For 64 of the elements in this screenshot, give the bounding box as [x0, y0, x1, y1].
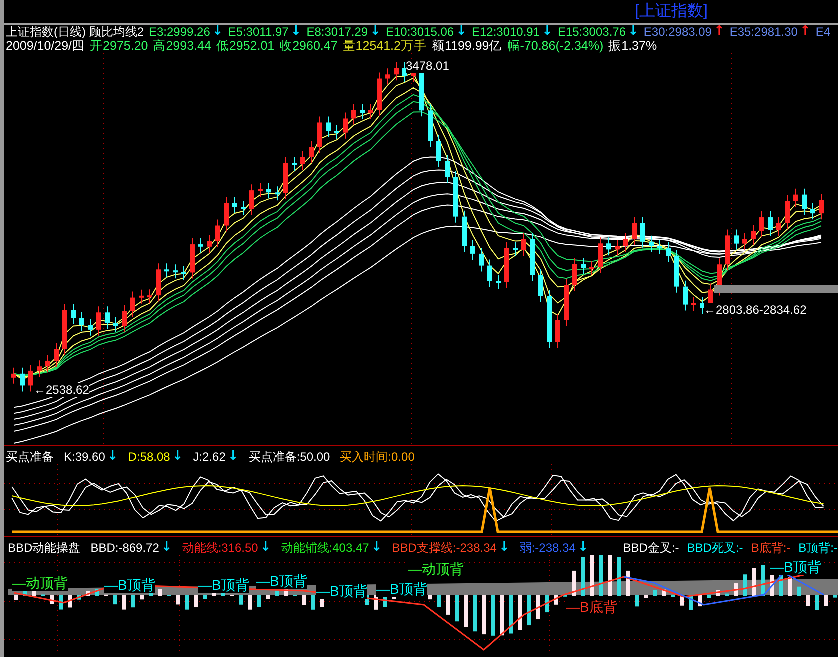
arrow-glyph: ↓ [107, 450, 118, 464]
price-label: 3478.01 [406, 59, 450, 73]
arrow-glyph: ↓ [260, 541, 272, 555]
price-label: ←2803.86-2834.62 [704, 303, 807, 317]
arrow-glyph: ↑ [800, 25, 811, 39]
divergence-label: —B顶背 [198, 577, 250, 593]
arrow-glyph: ↓ [172, 450, 184, 464]
indicator-value: BBD支撑线:-238.34 [392, 541, 497, 555]
quote-value: 额1199.99亿 [432, 39, 502, 53]
quote-value: 高2993.44 [153, 39, 212, 53]
indicator-value: 买入时间:0.00 [340, 450, 415, 464]
divergence-label: —B顶背 [316, 583, 368, 599]
divergence-label: —B底背 [566, 599, 618, 615]
arrow-glyph: ↓ [628, 25, 639, 39]
indicator-value: J:2.62 [193, 450, 226, 464]
divergence-label: —动顶背 [12, 575, 68, 591]
divergence-label: —B顶背 [770, 559, 822, 575]
quote-value: 开2975.20 [90, 39, 148, 53]
arrow-glyph: ↓ [498, 541, 510, 555]
window-title: [上证指数] [635, 2, 708, 22]
quote-value: 振1.37% [608, 39, 658, 53]
arrow-glyph: ↓ [542, 25, 553, 39]
indicator-value: E12:3010.91 [472, 25, 540, 39]
divergence-label: —B顶背 [104, 577, 156, 593]
indicator-value: 上证指数(日线) 顾比均线2 [6, 25, 144, 39]
indicator-value: E4 [816, 25, 831, 39]
arrow-glyph: ↓ [228, 450, 239, 464]
signal-status: BBD死叉:- [687, 541, 744, 555]
arrow-glyph: ↓ [290, 25, 302, 39]
indicator-value: E5:3011.97 [228, 25, 289, 39]
indicator-value: 买点准备:50.00 [248, 450, 330, 464]
signal-status: B顶背:- [798, 541, 838, 555]
indicator-value: E35:2981.30 [730, 25, 798, 39]
indicator-value: E30:2983.09 [644, 25, 712, 39]
indicator-value: BBD动能操盘 [8, 541, 81, 555]
quote-value: 幅-70.86(-2.34%) [507, 39, 604, 53]
arrow-glyph: ↓ [578, 541, 589, 555]
indicator-value: K:39.60 [64, 450, 106, 464]
divergence-label: —B顶背 [256, 573, 308, 589]
signal-status: B底背:- [751, 541, 791, 555]
indicator-value: 买点准备 [6, 450, 54, 464]
quote-value: 量12541.2万手 [342, 39, 427, 53]
quote-value: 收2960.47 [280, 39, 338, 53]
indicator-value: 动能线:316.50 [182, 541, 258, 555]
indicator-value: E15:3003.76 [558, 25, 626, 39]
indicator-value: 弱:-238.34 [520, 541, 576, 555]
price-label: ←2538.62 [34, 383, 90, 397]
indicator-value: E3:2999.26 [149, 25, 210, 39]
signal-status: BBD金叉:- [623, 541, 680, 555]
indicator-value: 动能辅线:403.47 [281, 541, 370, 555]
indicator-value: E10:3015.06 [386, 25, 454, 39]
arrow-glyph: ↓ [370, 25, 381, 39]
indicator-value: BBD:-869.72 [90, 541, 160, 555]
arrow-glyph: ↓ [212, 25, 224, 39]
arrow-glyph: ↓ [456, 25, 467, 39]
divergence-label: —动顶背 [408, 561, 464, 577]
arrow-glyph: ↓ [161, 541, 172, 555]
indicator-value: E8:3017.29 [306, 25, 368, 39]
quote-value: 2009/10/29/四 [6, 39, 86, 53]
arrow-glyph: ↓ [371, 541, 382, 555]
arrow-glyph: ↑ [714, 25, 725, 39]
indicator-value: D:58.08 [128, 450, 170, 464]
divergence-label: —B顶背 [376, 581, 428, 597]
quote-value: 低2952.01 [216, 39, 275, 53]
